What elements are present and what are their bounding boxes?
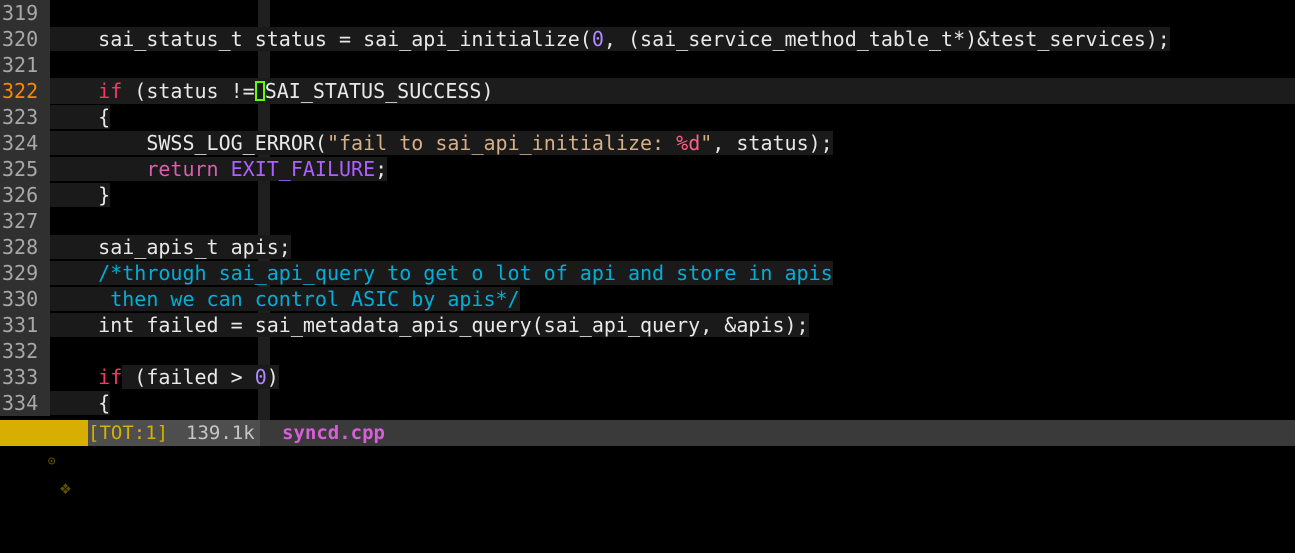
file-name[interactable]: syncd.cpp — [270, 420, 410, 446]
file-size: 139.1k — [172, 420, 260, 446]
warning-count: 1 — [45, 503, 58, 525]
code-token: " — [700, 131, 713, 155]
line-text: return EXIT_FAILURE; — [50, 156, 388, 182]
line-number: 319 — [0, 0, 50, 26]
code-token: EXIT_FAILURE — [230, 157, 376, 181]
line-number: 322 — [0, 78, 50, 104]
line-number: 331 — [0, 312, 50, 338]
line-number: 328 — [0, 234, 50, 260]
status-bar: ⊙ ❖ 1 [TOT:1] 139.1k syncd.cpp — [0, 420, 1295, 525]
line-text: sai_apis_t apis; — [50, 234, 291, 260]
code-line[interactable]: 333 if (failed > 0) — [0, 364, 1295, 390]
line-text: sai_status_t status = sai_api_initialize… — [50, 26, 1170, 52]
code-token: { — [50, 105, 111, 129]
line-number: 329 — [0, 260, 50, 286]
code-line[interactable]: 327 — [0, 208, 1295, 234]
bottom-spacer — [0, 446, 1295, 455]
code-token: ; — [375, 157, 388, 181]
line-text: SWSS_LOG_ERROR("fail to sai_api_initiali… — [50, 130, 833, 156]
code-token: } — [50, 183, 111, 207]
code-token: if — [98, 79, 123, 103]
line-number: 325 — [0, 156, 50, 182]
line-text: /*through sai_api_query to get o lot of … — [50, 260, 833, 286]
code-line[interactable]: 319 — [0, 0, 1295, 26]
total-diagnostics: [TOT:1] — [88, 420, 172, 446]
line-text: if (status != SAI_STATUS_SUCCESS) — [50, 78, 494, 104]
text-cursor — [254, 81, 265, 101]
code-token — [50, 157, 147, 181]
line-text: } — [50, 182, 111, 208]
code-line[interactable]: 331 int failed = sai_metadata_apis_query… — [0, 312, 1295, 338]
line-text: if (failed > 0) — [50, 364, 279, 390]
line-number: 333 — [0, 364, 50, 390]
code-token — [218, 157, 231, 181]
code-line[interactable]: 329 /*through sai_api_query to get o lot… — [0, 260, 1295, 286]
code-token: "fail to sai_api_initialize: — [326, 131, 677, 155]
code-token: int failed = sai_metadata_apis_query(sai… — [50, 313, 809, 337]
code-token: SWSS_LOG_ERROR( — [50, 131, 327, 155]
line-text: { — [50, 104, 111, 130]
code-token: %d — [676, 131, 701, 155]
code-line[interactable]: 322 if (status != SAI_STATUS_SUCCESS) — [0, 78, 1295, 104]
code-line[interactable]: 323 { — [0, 104, 1295, 130]
code-line[interactable]: 325 return EXIT_FAILURE; — [0, 156, 1295, 182]
line-number: 327 — [0, 208, 50, 234]
status-mode-segment: ⊙ ❖ 1 — [0, 420, 88, 525]
code-line[interactable]: 334 { — [0, 390, 1295, 416]
code-token: 0 — [591, 27, 604, 51]
code-token: , (sai_service_method_table_t*)&test_ser… — [603, 27, 1170, 51]
code-token: if — [98, 365, 123, 389]
line-text: { — [50, 390, 111, 416]
code-line[interactable]: 328 sai_apis_t apis; — [0, 234, 1295, 260]
code-token: sai_status_t status = sai_api_initialize… — [50, 27, 592, 51]
code-line[interactable]: 324 SWSS_LOG_ERROR("fail to sai_api_init… — [0, 130, 1295, 156]
code-token: , status); — [712, 131, 833, 155]
line-number: 324 — [0, 130, 50, 156]
code-line[interactable]: 330 then we can control ASIC by apis*/ — [0, 286, 1295, 312]
code-token: { — [50, 391, 111, 415]
line-number: 332 — [0, 338, 50, 364]
code-line[interactable]: 320 sai_status_t status = sai_api_initia… — [0, 26, 1295, 52]
warning-diamond-icon: ❖ — [59, 477, 72, 499]
code-line[interactable]: 332 — [0, 338, 1295, 364]
code-token: SAI_STATUS_SUCCESS) — [264, 79, 494, 103]
code-token: return — [146, 157, 219, 181]
code-token: sai_apis_t apis; — [50, 235, 291, 259]
code-token: 0 — [254, 365, 267, 389]
line-number: 320 — [0, 26, 50, 52]
mode-indicator-icon: ⊙ — [47, 454, 56, 469]
code-editor[interactable]: 319 320 sai_status_t status = sai_api_ini… — [0, 0, 1295, 420]
code-token: (failed > — [122, 365, 255, 389]
line-text: int failed = sai_metadata_apis_query(sai… — [50, 312, 809, 338]
code-line[interactable]: 321 — [0, 52, 1295, 78]
line-number: 323 — [0, 104, 50, 130]
line-number: 334 — [0, 390, 50, 416]
line-number: 326 — [0, 182, 50, 208]
line-text: then we can control ASIC by apis*/ — [50, 286, 520, 312]
code-token: then we can control ASIC by apis*/ — [50, 287, 520, 311]
code-token: /*through sai_api_query to get o lot of … — [50, 261, 833, 285]
code-token: (status != — [122, 79, 255, 103]
code-token: ) — [266, 365, 279, 389]
code-line[interactable]: 326 } — [0, 182, 1295, 208]
line-number: 321 — [0, 52, 50, 78]
line-number: 330 — [0, 286, 50, 312]
